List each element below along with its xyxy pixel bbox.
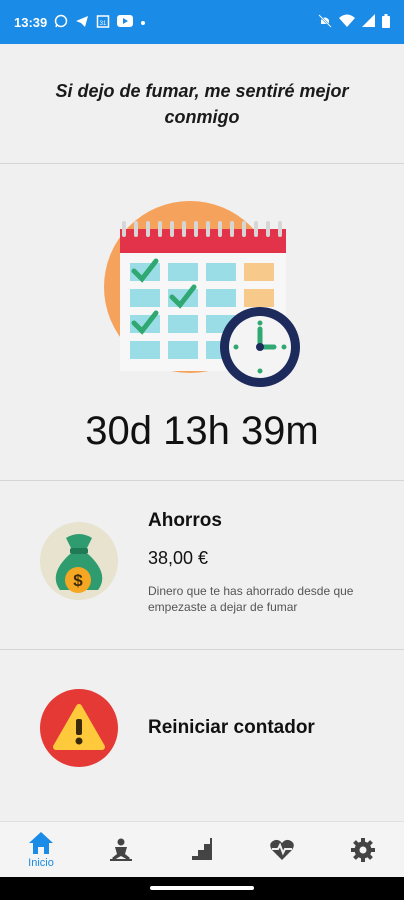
svg-text:31: 31 [100, 21, 107, 27]
home-icon [29, 832, 53, 854]
settings-icon [351, 838, 375, 862]
signal-icon [362, 14, 375, 30]
nav-progress[interactable] [172, 822, 232, 878]
svg-text:$: $ [73, 571, 83, 590]
wifi-icon [339, 14, 355, 30]
status-time: 13:39 [14, 14, 48, 30]
calendar-app-icon: 31 [96, 14, 110, 31]
savings-title: Ahorros [148, 510, 222, 531]
savings-description: Dinero que te has ahorrado desde que emp… [148, 584, 354, 614]
counter-section: 30d 13h 39m [0, 165, 404, 481]
nav-settings[interactable] [333, 822, 393, 878]
battery-icon [382, 13, 390, 31]
youtube-icon [117, 14, 134, 30]
savings-amount: 38,00 € [148, 548, 209, 568]
whatsapp-icon [54, 14, 68, 31]
telegram-icon [75, 14, 89, 31]
reset-counter-label: Reiniciar contador [148, 717, 315, 738]
stairs-icon [192, 838, 212, 860]
reset-counter-button[interactable]: Reiniciar contador [0, 651, 404, 821]
warning-icon [40, 689, 118, 767]
motivation-quote: Si dejo de fumar, me sentiré mejor conmi… [0, 44, 404, 164]
heartbeat-icon [270, 839, 294, 860]
calendar-clock-icon [104, 201, 300, 387]
status-bar: 13:39 31 [0, 0, 404, 44]
nav-home[interactable]: Inicio [11, 822, 71, 878]
mute-icon [318, 13, 332, 31]
savings-section[interactable]: $ Ahorros 38,00 € Dinero que te has ahor… [0, 482, 404, 650]
bottom-nav: Inicio [0, 821, 404, 877]
home-indicator[interactable] [150, 886, 254, 890]
money-bag-icon: $ [40, 522, 118, 600]
nav-home-label: Inicio [28, 857, 54, 869]
nav-health[interactable] [252, 822, 312, 878]
nav-meditation[interactable] [91, 822, 151, 878]
gesture-bar [0, 877, 404, 900]
meditation-icon [110, 838, 132, 861]
elapsed-time: 30d 13h 39m [85, 409, 319, 453]
dot-icon [140, 15, 146, 29]
